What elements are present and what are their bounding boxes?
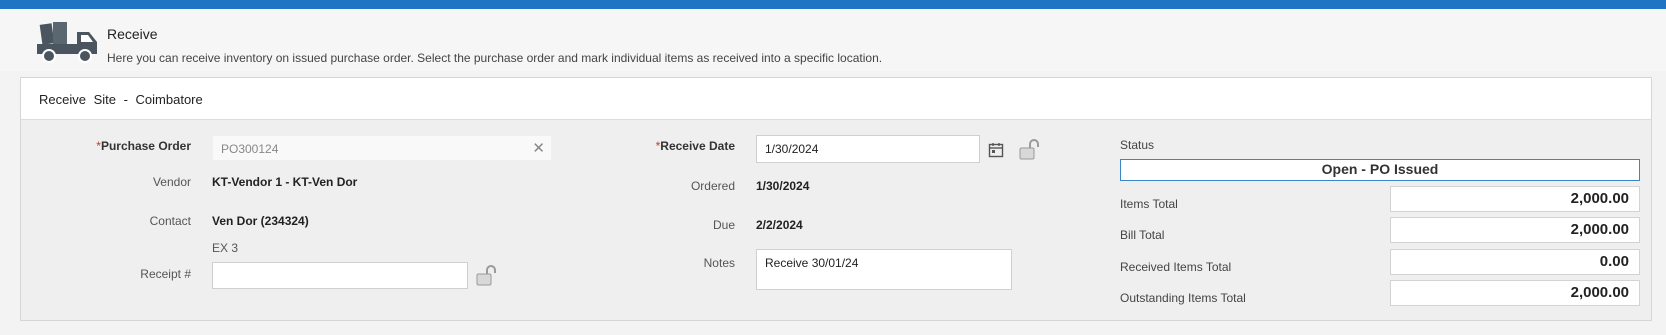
panel-header: Receive Site - Coimbatore (21, 78, 1651, 120)
status-label: Status (1120, 138, 1155, 152)
contact-value: Ven Dor (234324) (212, 214, 309, 228)
items-total-value: 2,000.00 (1390, 186, 1640, 212)
receipt-label: Receipt # (140, 267, 191, 281)
receive-date-input[interactable]: 1/30/2024 (756, 135, 980, 163)
purchase-order-input[interactable]: PO300124 ✕ (212, 135, 552, 161)
vendor-label: Vendor (152, 175, 191, 189)
unlock-icon[interactable] (475, 265, 501, 287)
bill-total-label: Bill Total (1120, 228, 1165, 242)
receipt-input[interactable] (212, 262, 468, 289)
top-bar (0, 0, 1666, 9)
contact-label: Contact (149, 214, 191, 228)
ordered-value: 1/30/2024 (756, 179, 810, 193)
notes-textarea[interactable]: Receive 30/01/24 (756, 249, 1012, 290)
page-title: Receive (107, 26, 158, 42)
received-items-total-value: 0.00 (1390, 249, 1640, 275)
outstanding-items-total-label: Outstanding Items Total (1120, 291, 1246, 305)
status-badge: Open - PO Issued (1120, 159, 1640, 181)
receive-date-label: *Receive Date (655, 139, 735, 153)
contact-ext: EX 3 (212, 241, 239, 255)
ordered-label: Ordered (690, 179, 735, 193)
purchase-order-label: *Purchase Order (96, 139, 191, 153)
unlock-icon[interactable] (1018, 139, 1044, 161)
panel-title: Receive Site - Coimbatore (39, 92, 203, 107)
clear-icon[interactable]: ✕ (532, 139, 545, 157)
items-total-label: Items Total (1120, 197, 1178, 211)
due-label: Due (712, 218, 735, 232)
page-subtitle: Here you can receive inventory on issued… (107, 51, 883, 65)
due-value: 2/2/2024 (756, 218, 803, 232)
notes-label: Notes (703, 256, 735, 270)
truck-icon (37, 22, 97, 63)
received-items-total-label: Received Items Total (1120, 260, 1232, 274)
outstanding-items-total-value: 2,000.00 (1390, 280, 1640, 306)
calendar-icon[interactable] (988, 142, 1004, 158)
vendor-value: KT-Vendor 1 - KT-Ven Dor (212, 175, 358, 189)
bill-total-value: 2,000.00 (1390, 217, 1640, 243)
